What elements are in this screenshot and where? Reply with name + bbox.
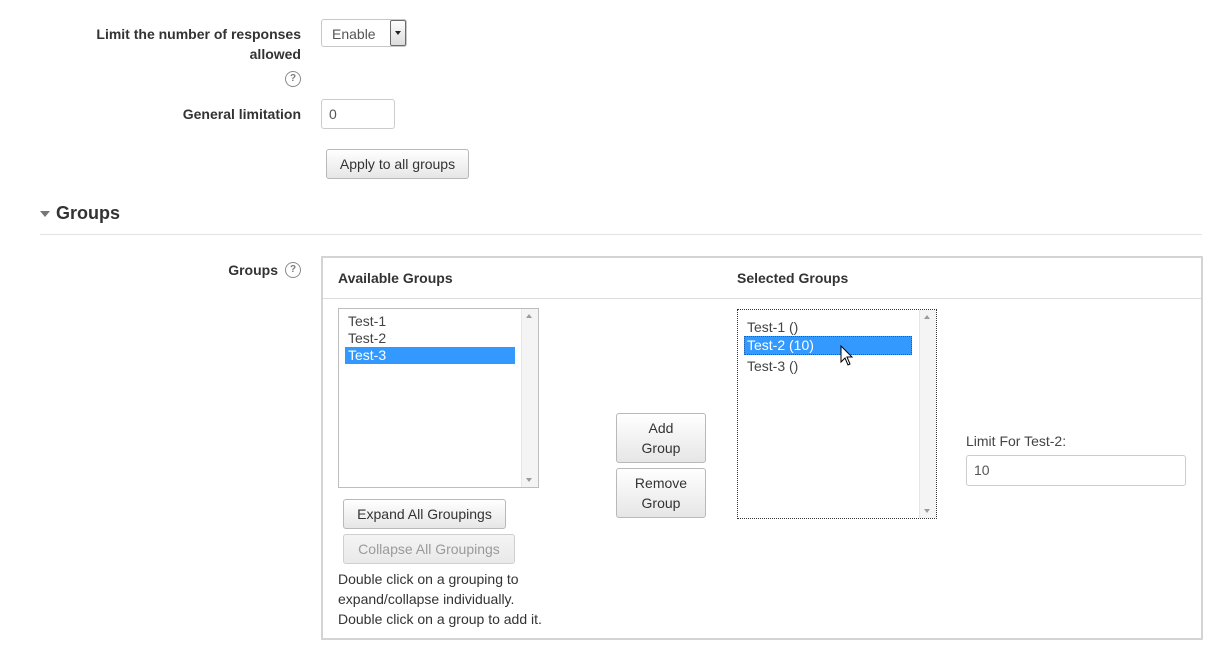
groups-help-text: Double click on a grouping to expand/col…	[338, 569, 542, 629]
limit-responses-select[interactable]: Enable	[321, 19, 407, 47]
limit-responses-label-line1: Limit the number of responses	[96, 26, 301, 42]
add-group-label-line1: Add	[648, 420, 674, 436]
remove-group-label-line1: Remove	[634, 475, 688, 491]
groups-section-title[interactable]: Groups	[56, 203, 120, 224]
limit-for-label: Limit For Test-2:	[966, 433, 1067, 449]
page: Limit the number of responses allowed ? …	[0, 0, 1215, 651]
general-limitation-input[interactable]: 0	[321, 99, 395, 129]
scroll-down-icon[interactable]	[924, 509, 930, 513]
selected-groups-listbox[interactable]: Test-1 () Test-2 (10) Test-3 ()	[737, 309, 937, 519]
scroll-up-icon[interactable]	[526, 314, 532, 318]
limit-responses-label-line2: allowed	[249, 46, 301, 62]
list-item[interactable]: Test-1	[345, 313, 515, 330]
available-groups-scrollbar[interactable]	[521, 309, 538, 487]
help-text-line1: Double click on a grouping to	[338, 571, 519, 587]
selected-groups-scrollbar[interactable]	[919, 310, 936, 518]
mouse-cursor-icon	[840, 345, 854, 366]
available-groups-heading: Available Groups	[338, 270, 453, 286]
chevron-down-icon[interactable]	[390, 20, 406, 46]
panel-header-divider	[323, 298, 1201, 299]
groups-panel: Available Groups Selected Groups Test-1 …	[321, 256, 1203, 640]
help-question-icon[interactable]: ?	[285, 262, 301, 278]
add-group-label-line2: Group	[641, 440, 681, 456]
limit-responses-label: Limit the number of responses allowed	[40, 24, 301, 64]
collapse-all-groupings-button[interactable]: Collapse All Groupings	[343, 534, 515, 564]
list-item[interactable]: Test-1 ()	[744, 317, 912, 337]
expand-all-groupings-button[interactable]: Expand All Groupings	[343, 499, 506, 529]
list-item-selected[interactable]: Test-3	[345, 347, 515, 364]
remove-group-button[interactable]: Remove Group	[616, 468, 706, 518]
groups-field-label: Groups	[228, 262, 278, 278]
available-groups-listbox[interactable]: Test-1 Test-2 Test-3	[338, 308, 539, 488]
apply-to-all-groups-button[interactable]: Apply to all groups	[326, 149, 469, 179]
remove-group-label-line2: Group	[641, 495, 681, 511]
add-group-button[interactable]: Add Group	[616, 413, 706, 463]
limit-for-input[interactable]: 10	[966, 455, 1186, 486]
scroll-up-icon[interactable]	[924, 315, 930, 319]
list-item[interactable]: Test-2	[345, 330, 515, 347]
scroll-down-icon[interactable]	[526, 478, 532, 482]
selected-groups-heading: Selected Groups	[737, 270, 849, 286]
collapse-caret-icon[interactable]	[40, 211, 50, 217]
help-text-line3: Double click on a group to add it.	[338, 611, 542, 627]
general-limitation-label: General limitation	[182, 106, 301, 122]
section-divider	[40, 234, 1202, 235]
list-item-selected[interactable]: Test-2 (10)	[744, 336, 912, 355]
list-item[interactable]: Test-3 ()	[744, 356, 912, 376]
limit-responses-select-value: Enable	[332, 26, 376, 42]
help-question-icon[interactable]: ?	[285, 71, 301, 87]
help-text-line2: expand/collapse individually.	[338, 591, 515, 607]
